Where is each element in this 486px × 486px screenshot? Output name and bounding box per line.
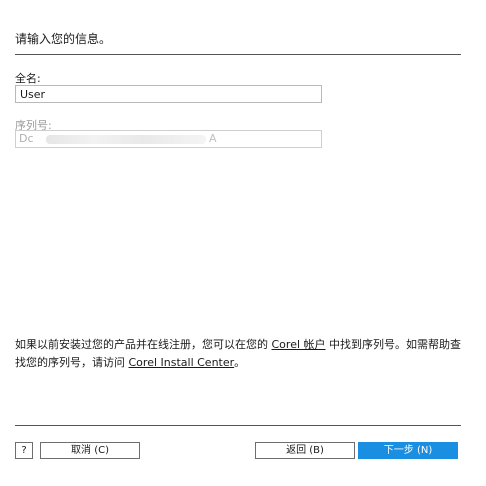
full-name-label: 全名:	[15, 72, 41, 85]
serial-number-suffix: A	[209, 132, 217, 145]
help-text-part3: 。	[234, 356, 246, 369]
bottom-divider	[15, 425, 461, 426]
help-text: 如果以前安装过您的产品并在线注册，您可以在您的 Corel 帐户 中找到序列号。…	[15, 336, 465, 372]
serial-number-redacted	[46, 135, 206, 144]
corel-account-link[interactable]: Corel 帐户	[272, 338, 326, 351]
cancel-button[interactable]: 取消 (C)	[40, 442, 140, 459]
serial-number-prefix: Dc	[19, 132, 34, 145]
serial-number-field[interactable]: Dc A	[15, 130, 322, 148]
next-button[interactable]: 下一步 (N)	[358, 442, 458, 459]
full-name-input[interactable]	[16, 86, 321, 102]
help-button[interactable]: ?	[15, 442, 33, 459]
top-divider	[15, 54, 461, 55]
back-button[interactable]: 返回 (B)	[255, 442, 355, 459]
page-title: 请输入您的信息。	[15, 32, 112, 46]
corel-install-center-link[interactable]: Corel Install Center	[129, 356, 235, 369]
help-text-part1: 如果以前安装过您的产品并在线注册，您可以在您的	[15, 338, 268, 351]
full-name-field-wrapper	[15, 85, 322, 103]
